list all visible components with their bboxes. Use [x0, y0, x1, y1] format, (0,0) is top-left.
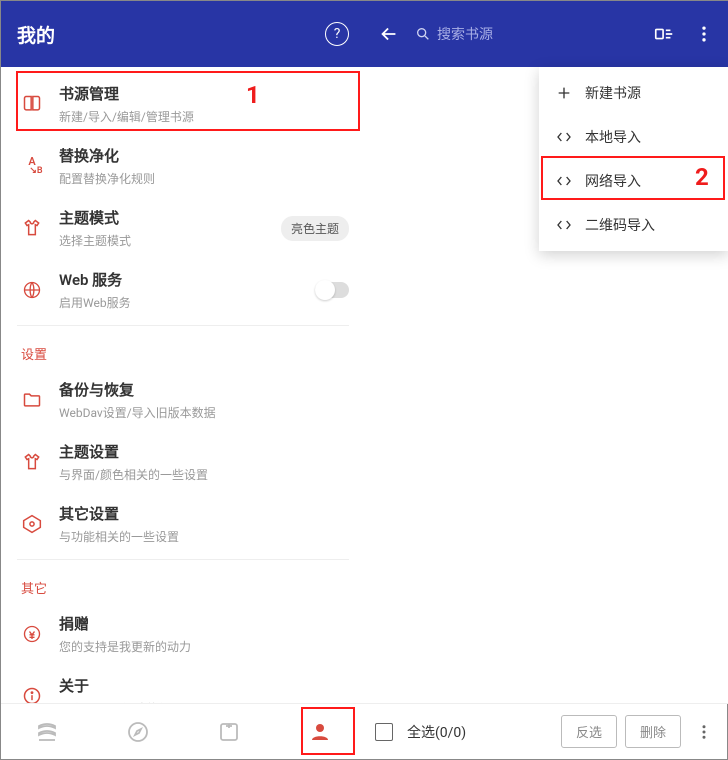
left-panel: 我的 ? 书源管理 新建/导入/编辑/管理书源 A↘B 替换净化 — [1, 1, 365, 759]
right-body: 新建书源 本地导入 网络导入 — [365, 67, 728, 703]
page-title: 我的 — [17, 21, 55, 48]
row-title: 其它设置 — [59, 503, 349, 524]
row-sub: 配置替换净化规则 — [59, 170, 349, 187]
bolt-icon — [21, 513, 43, 535]
web-service-toggle[interactable] — [315, 282, 349, 298]
dd-item-local-import[interactable]: 本地导入 — [539, 115, 728, 159]
right-panel: 新建书源 本地导入 网络导入 — [365, 1, 728, 759]
dd-label: 本地导入 — [585, 127, 641, 147]
row-sub: 新建/导入/编辑/管理书源 — [59, 108, 349, 125]
dd-item-new-source[interactable]: 新建书源 — [539, 71, 728, 115]
right-header — [365, 1, 728, 67]
plus-icon — [555, 84, 573, 102]
invert-select-button[interactable]: 反选 — [561, 715, 617, 748]
search-input[interactable] — [437, 26, 637, 42]
theme-badge[interactable]: 亮色主题 — [281, 216, 349, 241]
overflow-menu-button[interactable] — [691, 21, 717, 47]
section-settings: 设置 — [1, 330, 365, 369]
dd-item-qr-import[interactable]: 二维码导入 — [539, 203, 728, 247]
select-all-checkbox[interactable] — [375, 723, 393, 741]
right-bottom-bar: 全选(0/0) 反选 删除 — [365, 703, 728, 759]
highlight-num-2: 2 — [695, 163, 709, 191]
more-button[interactable] — [689, 723, 719, 741]
nav-rss[interactable] — [183, 704, 274, 759]
scan-button[interactable] — [651, 21, 677, 47]
select-all-label: 全选(0/0) — [407, 722, 466, 742]
nav-bookshelf[interactable] — [1, 704, 92, 759]
globe-icon — [21, 279, 43, 301]
row-replace-purify[interactable]: A↘B 替换净化 配置替换净化规则 — [1, 135, 365, 197]
row-title: 主题模式 — [59, 207, 273, 228]
row-sub: 公众号[开源阅读软件] — [59, 700, 349, 703]
row-sub: 与功能相关的一些设置 — [59, 528, 349, 545]
left-header: 我的 ? — [1, 1, 365, 67]
nav-mine[interactable] — [274, 704, 365, 759]
row-web-service[interactable]: Web 服务 启用Web服务 — [1, 259, 365, 321]
nav-discover[interactable] — [92, 704, 183, 759]
row-title: 备份与恢复 — [59, 379, 349, 400]
bottom-nav — [1, 703, 365, 759]
row-sub: WebDav设置/导入旧版本数据 — [59, 404, 349, 421]
dd-label: 二维码导入 — [585, 215, 655, 235]
coin-icon — [21, 623, 43, 645]
overflow-dropdown: 新建书源 本地导入 网络导入 — [539, 67, 728, 251]
search-wrap — [415, 26, 637, 42]
ab-icon: A↘B — [21, 155, 43, 177]
row-book-source-manage[interactable]: 书源管理 新建/导入/编辑/管理书源 — [1, 73, 365, 135]
code-icon — [555, 128, 573, 146]
section-other: 其它 — [1, 564, 365, 603]
row-theme-settings[interactable]: 主题设置 与界面/颜色相关的一些设置 — [1, 431, 365, 493]
row-sub: 启用Web服务 — [59, 294, 315, 311]
book-icon — [21, 93, 43, 115]
dd-label: 网络导入 — [585, 171, 641, 191]
row-sub: 与界面/颜色相关的一些设置 — [59, 466, 349, 483]
help-button[interactable]: ? — [325, 22, 349, 46]
row-title: 主题设置 — [59, 441, 349, 462]
row-sub: 您的支持是我更新的动力 — [59, 638, 349, 655]
row-title: Web 服务 — [59, 269, 315, 290]
info-icon — [21, 685, 43, 703]
row-title: 替换净化 — [59, 145, 349, 166]
code-icon — [555, 172, 573, 190]
row-title: 书源管理 — [59, 83, 349, 104]
row-theme-mode[interactable]: 主题模式 选择主题模式 亮色主题 — [1, 197, 365, 259]
left-body: 书源管理 新建/导入/编辑/管理书源 A↘B 替换净化 配置替换净化规则 — [1, 67, 365, 703]
highlight-num-1: 1 — [246, 81, 260, 109]
row-other-settings[interactable]: 其它设置 与功能相关的一些设置 — [1, 493, 365, 555]
row-title: 关于 — [59, 675, 349, 696]
row-sub: 选择主题模式 — [59, 232, 273, 249]
row-title: 捐赠 — [59, 613, 349, 634]
divider — [17, 325, 349, 326]
code-icon — [555, 216, 573, 234]
row-backup-restore[interactable]: 备份与恢复 WebDav设置/导入旧版本数据 — [1, 369, 365, 431]
shirt-icon — [21, 451, 43, 473]
dd-label: 新建书源 — [585, 83, 641, 103]
divider — [17, 559, 349, 560]
delete-button[interactable]: 删除 — [625, 715, 681, 748]
row-donate[interactable]: 捐赠 您的支持是我更新的动力 — [1, 603, 365, 665]
search-icon — [415, 26, 431, 42]
row-about[interactable]: 关于 公众号[开源阅读软件] — [1, 665, 365, 703]
shirt-icon — [21, 217, 43, 239]
folder-icon — [21, 389, 43, 411]
back-button[interactable] — [377, 22, 401, 46]
